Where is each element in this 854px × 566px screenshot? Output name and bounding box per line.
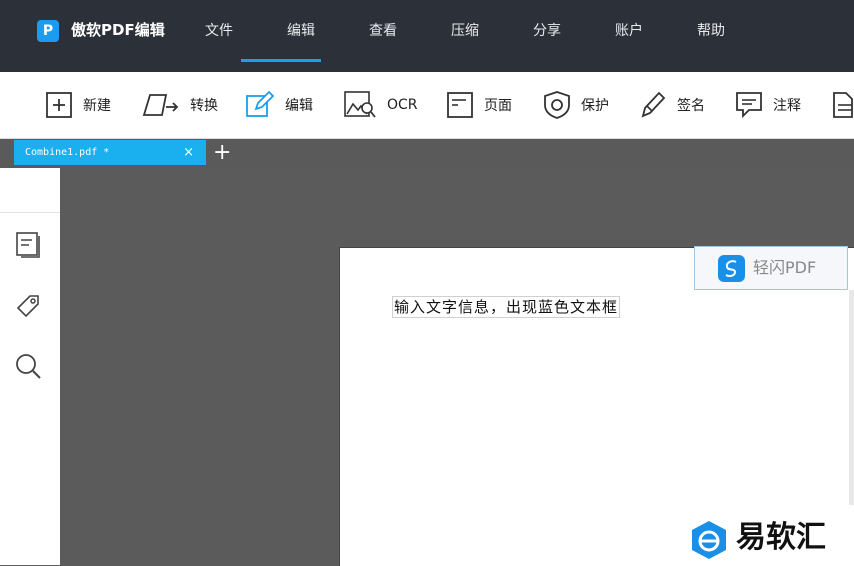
yiruanhui-logo-icon <box>692 521 726 559</box>
active-tool-underline <box>241 59 321 62</box>
shield-icon <box>544 91 570 119</box>
title-bar: P 傲软PDF编辑 文件 编辑 查看 压缩 分享 账户 帮助 <box>0 0 854 72</box>
tool-label: 保护 <box>581 98 609 114</box>
menu-file[interactable]: 文件 <box>205 21 233 41</box>
plus-square-icon <box>46 92 72 118</box>
menu-view[interactable]: 查看 <box>369 21 397 41</box>
document-tab-name: Combine1.pdf * <box>25 147 110 158</box>
tool-more-button[interactable] <box>832 88 854 122</box>
tool-label: 新建 <box>83 98 111 114</box>
app-title: 傲软PDF编辑 <box>71 21 165 39</box>
menu-account[interactable]: 账户 <box>615 21 643 41</box>
menu-share[interactable]: 分享 <box>533 21 561 41</box>
edit-pen-icon <box>246 90 275 117</box>
editable-text-box[interactable]: 输入文字信息，出现蓝色文本框 <box>392 296 621 318</box>
tool-edit-button[interactable]: 编辑 <box>245 88 313 122</box>
document-tab[interactable]: Combine1.pdf * × <box>14 140 206 165</box>
add-tab-icon[interactable]: + <box>213 141 231 165</box>
yiruanhui-watermark-text: 易软汇 <box>736 520 826 555</box>
tool-label: 注释 <box>773 98 801 114</box>
tool-protect-button[interactable]: 保护 <box>543 88 609 122</box>
tool-page-button[interactable]: 页面 <box>446 88 512 122</box>
pages-thumbnail-icon[interactable] <box>14 230 42 258</box>
vertical-scrollbar[interactable] <box>849 290 854 505</box>
ocr-image-search-icon <box>344 91 376 118</box>
menu-compress[interactable]: 压缩 <box>451 21 479 41</box>
app-logo-icon: P <box>37 20 59 42</box>
menu-help[interactable]: 帮助 <box>697 21 725 41</box>
tool-new-button[interactable]: 新建 <box>45 88 111 122</box>
tool-ocr-button[interactable]: OCR <box>343 88 418 122</box>
tool-convert-button[interactable]: 转换 <box>142 88 218 122</box>
qingshan-watermark-text: 轻闪PDF <box>753 258 817 277</box>
search-icon[interactable] <box>14 352 42 380</box>
convert-icon <box>142 94 179 116</box>
comment-icon <box>736 92 762 119</box>
tag-icon[interactable] <box>14 292 42 320</box>
tool-label: 签名 <box>677 98 705 114</box>
tool-label: OCR <box>387 97 418 113</box>
close-tab-icon[interactable]: × <box>183 145 194 160</box>
tool-label: 转换 <box>190 98 218 114</box>
tool-comment-button[interactable]: 注释 <box>735 88 801 122</box>
menu-edit[interactable]: 编辑 <box>287 21 315 41</box>
tool-label: 编辑 <box>285 98 313 114</box>
sign-pen-icon <box>641 91 666 118</box>
tool-sign-button[interactable]: 签名 <box>639 88 705 122</box>
document-icon <box>833 92 853 118</box>
side-panel-header <box>0 168 60 213</box>
yiruanhui-watermark: 易软汇 <box>686 505 854 565</box>
left-side-panel <box>0 168 60 565</box>
qingshan-pdf-watermark: 轻闪PDF <box>694 246 848 290</box>
page-icon <box>447 92 473 118</box>
qingshan-logo-icon <box>718 255 745 282</box>
main-toolbar: 新建 转换 编辑 OCR 页面 保护 签名 注释 <box>0 72 854 139</box>
document-tab-strip: Combine1.pdf * × + <box>0 139 854 168</box>
tool-label: 页面 <box>484 98 512 114</box>
